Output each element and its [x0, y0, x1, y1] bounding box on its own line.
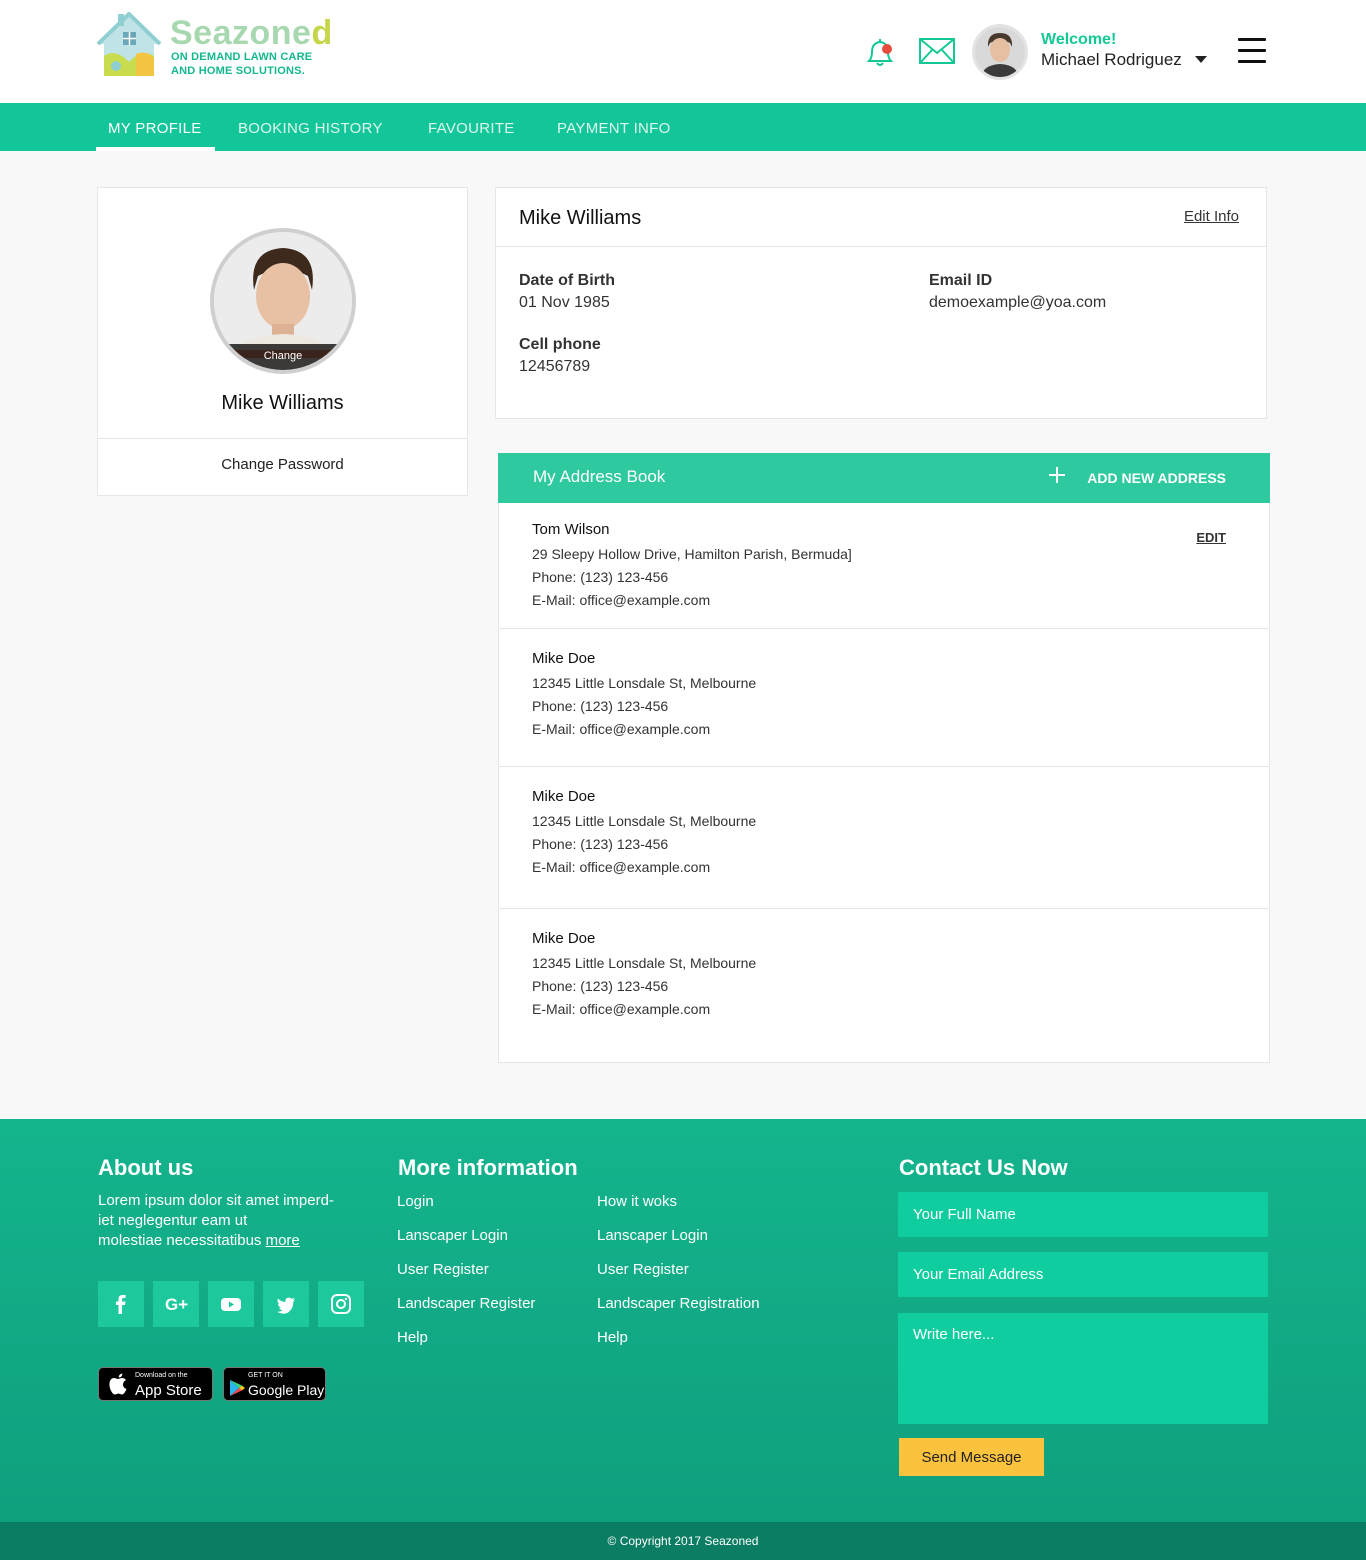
tab-booking-history[interactable]: BOOKING HISTORY [238, 103, 383, 151]
profile-photo[interactable]: Change [210, 228, 356, 374]
footer-link-landscaper-register[interactable]: Landscaper Register [397, 1295, 535, 1312]
address-item: Tom Wilson 29 Sleepy Hollow Drive, Hamil… [499, 503, 1269, 629]
user-name-menu[interactable]: Michael Rodriguez [1041, 50, 1182, 70]
address-street: 12345 Little Lonsdale St, Melbourne [532, 955, 757, 971]
address-street: 29 Sleepy Hollow Drive, Hamilton Parish,… [532, 546, 852, 562]
send-message-button[interactable]: Send Message [899, 1438, 1044, 1476]
instagram-icon[interactable] [318, 1281, 364, 1327]
caret-down-icon[interactable] [1195, 56, 1207, 63]
brand-name: Seazoned [170, 14, 333, 52]
footer-link-user-register[interactable]: User Register [597, 1261, 689, 1278]
phone-value: 12456789 [519, 358, 591, 375]
active-tab-indicator [96, 147, 215, 151]
address-book-title: My Address Book [533, 467, 666, 486]
change-photo-button[interactable]: Change [214, 344, 352, 370]
address-book-card: My Address Book ADD NEW ADDRESS Tom Wils… [498, 453, 1270, 1063]
divider [98, 438, 467, 439]
footer-link-lanscaper-login[interactable]: Lanscaper Login [397, 1227, 508, 1244]
tab-payment-info[interactable]: PAYMENT INFO [557, 103, 671, 151]
address-email: E-Mail: office@example.com [532, 592, 711, 608]
address-street: 12345 Little Lonsdale St, Melbourne [532, 675, 757, 691]
tab-my-profile[interactable]: MY PROFILE [108, 103, 202, 151]
address-email: E-Mail: office@example.com [532, 859, 711, 875]
footer-link-help[interactable]: Help [397, 1329, 428, 1346]
profile-card: Change Mike Williams Change Password [97, 187, 468, 496]
google-play-badge[interactable]: GET IT ON Google Play [223, 1367, 326, 1401]
about-title: About us [98, 1155, 194, 1180]
app-store-badge[interactable]: Download on the App Store [98, 1367, 213, 1401]
footer-link-user-register[interactable]: User Register [397, 1261, 489, 1278]
mail-icon[interactable] [918, 36, 956, 66]
footer-link-landscaper-registration[interactable]: Landscaper Registration [597, 1295, 760, 1312]
avatar-portrait-icon [975, 27, 1025, 77]
full-name-input[interactable]: Your Full Name [898, 1192, 1268, 1237]
copyright-bar: © Copyright 2017 Seazoned [0, 1522, 1366, 1560]
address-email: E-Mail: office@example.com [532, 1001, 711, 1017]
house-logo-icon [96, 12, 162, 76]
about-more-link[interactable]: more [266, 1232, 300, 1249]
profile-name: Mike Williams [221, 392, 344, 414]
address-phone: Phone: (123) 123-456 [532, 978, 669, 994]
footer-link-login[interactable]: Login [397, 1193, 434, 1210]
google-play-icon [230, 1380, 245, 1396]
message-textarea[interactable]: Write here... [898, 1313, 1268, 1424]
edit-address-button[interactable]: EDIT [1196, 530, 1226, 545]
personal-info-card: Mike Williams Edit Info Date of Birth 01… [495, 187, 1267, 419]
address-name: Mike Doe [532, 650, 596, 667]
footer-link-help[interactable]: Help [597, 1329, 628, 1346]
youtube-icon[interactable] [208, 1281, 254, 1327]
site-header: Seazoned ON DEMAND LAWN CARE AND HOME SO… [0, 0, 1366, 103]
address-item: Mike Doe 12345 Little Lonsdale St, Melbo… [499, 909, 1269, 1062]
address-phone: Phone: (123) 123-456 [532, 698, 669, 714]
divider [496, 246, 1266, 247]
twitter-icon[interactable] [263, 1281, 309, 1327]
contact-title: Contact Us Now [899, 1155, 1068, 1180]
more-information-title: More information [398, 1155, 578, 1180]
address-name: Mike Doe [532, 930, 596, 947]
about-text: Lorem ipsum dolor sit amet imperd- iet n… [98, 1192, 334, 1249]
address-phone: Phone: (123) 123-456 [532, 836, 669, 852]
address-item: Mike Doe 12345 Little Lonsdale St, Melbo… [499, 629, 1269, 767]
edit-info-link[interactable]: Edit Info [1184, 208, 1239, 225]
hamburger-menu-icon[interactable] [1238, 38, 1268, 64]
change-password-link[interactable]: Change Password [98, 456, 467, 473]
add-new-address-button[interactable]: ADD NEW ADDRESS [1087, 470, 1226, 486]
email-label: Email ID [929, 272, 993, 289]
apple-icon [109, 1373, 127, 1395]
svg-text:G+: G+ [165, 1295, 188, 1314]
email-input[interactable]: Your Email Address [898, 1252, 1268, 1297]
welcome-text: Welcome! [1041, 31, 1117, 48]
dob-label: Date of Birth [519, 272, 615, 289]
google-plus-icon[interactable]: G+ [153, 1281, 199, 1327]
brand-logo[interactable]: Seazoned ON DEMAND LAWN CARE AND HOME SO… [96, 12, 336, 80]
email-value: demoexample@yoa.com [929, 294, 1107, 311]
address-name: Mike Doe [532, 788, 596, 805]
tab-favourite[interactable]: FAVOURITE [428, 103, 515, 151]
plus-icon[interactable] [1047, 465, 1067, 485]
footer-link-how-it-works[interactable]: How it woks [597, 1193, 677, 1210]
site-footer: About us Lorem ipsum dolor sit amet impe… [0, 1119, 1366, 1522]
user-avatar[interactable] [972, 24, 1028, 80]
address-item: Mike Doe 12345 Little Lonsdale St, Melbo… [499, 767, 1269, 909]
address-name: Tom Wilson [532, 521, 610, 538]
brand-tagline: ON DEMAND LAWN CARE AND HOME SOLUTIONS. [171, 51, 313, 77]
bell-notification-icon[interactable] [864, 36, 896, 68]
dob-value: 01 Nov 1985 [519, 294, 610, 311]
address-street: 12345 Little Lonsdale St, Melbourne [532, 813, 757, 829]
facebook-icon[interactable] [98, 1281, 144, 1327]
phone-label: Cell phone [519, 336, 601, 353]
footer-link-lanscaper-login[interactable]: Lanscaper Login [597, 1227, 708, 1244]
address-phone: Phone: (123) 123-456 [532, 569, 669, 585]
address-email: E-Mail: office@example.com [532, 721, 711, 737]
info-card-title: Mike Williams [519, 207, 642, 229]
address-book-header: My Address Book ADD NEW ADDRESS [498, 453, 1270, 503]
profile-tabs: MY PROFILE BOOKING HISTORY FAVOURITE PAY… [0, 103, 1366, 151]
